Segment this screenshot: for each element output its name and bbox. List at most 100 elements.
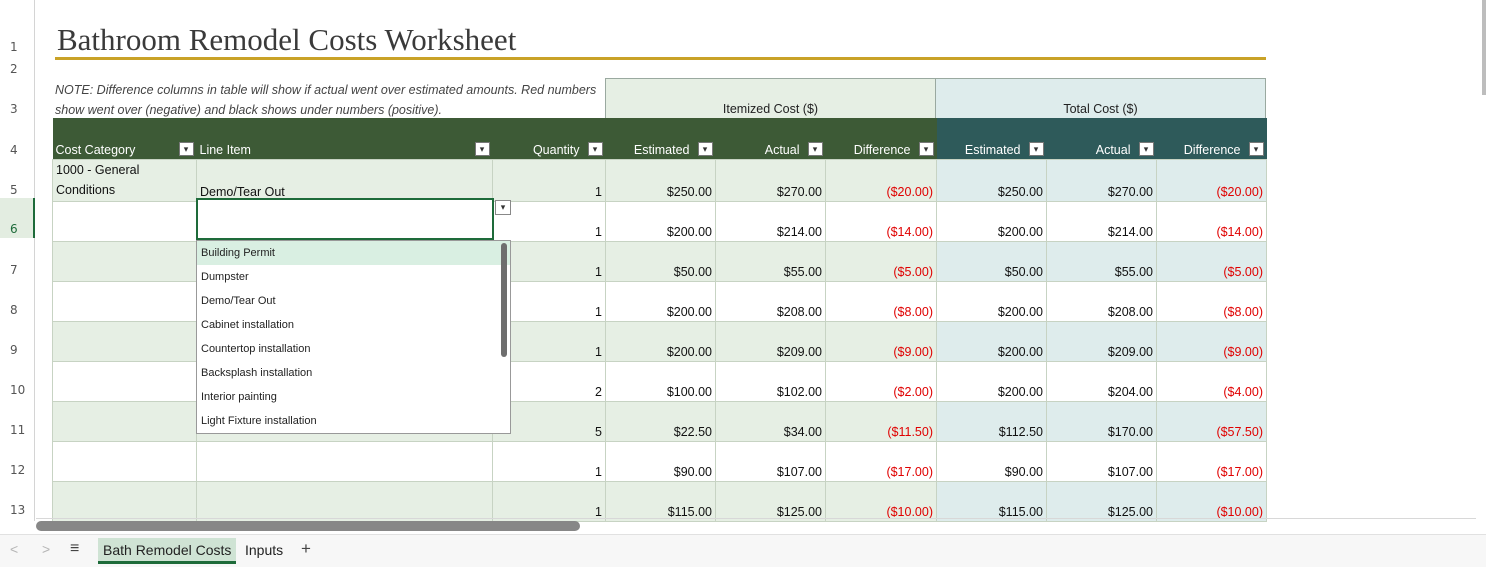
filter-dropdown-icon[interactable]: ▾ [1248,141,1264,156]
difference-cell[interactable]: ($9.00) [825,320,937,362]
quantity-cell[interactable]: 1 [492,480,606,522]
row-number[interactable]: 13 [0,503,35,517]
cat-cell[interactable]: 1000 - General Conditions [52,158,197,202]
total-actual-cell[interactable]: $270.00 [1046,158,1157,202]
total-actual-cell[interactable]: $125.00 [1046,480,1157,522]
difference-cell[interactable]: ($14.00) [825,200,937,242]
total-difference-cell[interactable]: ($57.50) [1156,400,1267,442]
total-estimated-cell[interactable]: $200.00 [936,200,1047,242]
actual-cell[interactable]: $125.00 [715,480,826,522]
row-number[interactable]: 1 [0,40,35,54]
difference-cell[interactable]: ($11.50) [825,400,937,442]
vertical-scrollbar[interactable] [1482,0,1486,95]
actual-cell[interactable]: $55.00 [715,240,826,282]
total-difference-cell[interactable]: ($20.00) [1156,158,1267,202]
filter-dropdown-icon[interactable]: ▾ [697,141,713,156]
cat-cell[interactable] [52,200,197,242]
filter-dropdown-icon[interactable]: ▾ [587,141,603,156]
filter-dropdown-icon[interactable]: ▾ [178,141,194,156]
actual-cell[interactable]: $107.00 [715,440,826,482]
actual-cell[interactable]: $102.00 [715,360,826,402]
cat-cell[interactable] [52,480,197,522]
total-estimated-cell[interactable]: $115.00 [936,480,1047,522]
total-actual-cell[interactable]: $209.00 [1046,320,1157,362]
row-number[interactable]: 3 [0,102,35,116]
active-cell-line-item[interactable] [196,198,494,240]
row-number[interactable]: 12 [0,463,35,477]
cat-cell[interactable] [52,320,197,362]
total-difference-cell[interactable]: ($17.00) [1156,440,1267,482]
row-number[interactable]: 2 [0,62,35,76]
chevron-down-icon[interactable]: ▾ [495,200,511,215]
total-difference-cell[interactable]: ($9.00) [1156,320,1267,362]
total-difference-cell[interactable]: ($4.00) [1156,360,1267,402]
difference-cell[interactable]: ($10.00) [825,480,937,522]
total-actual-cell[interactable]: $204.00 [1046,360,1157,402]
row-number[interactable]: 7 [0,263,35,277]
dropdown-scrollbar[interactable] [501,243,507,357]
total-estimated-cell[interactable]: $112.50 [936,400,1047,442]
line-item-cell[interactable]: Demo/Tear Out [196,158,493,202]
tab-bath-remodel-costs[interactable]: Bath Remodel Costs [98,538,237,564]
filter-dropdown-icon[interactable]: ▾ [1028,141,1044,156]
estimated-cell[interactable]: $200.00 [605,320,716,362]
estimated-cell[interactable]: $50.00 [605,240,716,282]
total-actual-cell[interactable]: $107.00 [1046,440,1157,482]
quantity-cell[interactable]: 1 [492,158,606,202]
total-estimated-cell[interactable]: $200.00 [936,320,1047,362]
row-number[interactable]: 6 [0,198,35,238]
actual-cell[interactable]: $214.00 [715,200,826,242]
filter-dropdown-icon[interactable]: ▾ [474,141,490,156]
total-actual-cell[interactable]: $55.00 [1046,240,1157,282]
difference-cell[interactable]: ($20.00) [825,158,937,202]
plus-icon[interactable]: + [301,539,311,559]
dropdown-option[interactable]: Light Fixture installation [197,409,510,433]
line-item-dropdown-list[interactable]: Building Permit Dumpster Demo/Tear Out Cabi… [196,240,511,434]
row-number[interactable]: 10 [0,383,35,397]
total-estimated-cell[interactable]: $90.00 [936,440,1047,482]
total-actual-cell[interactable]: $208.00 [1046,280,1157,322]
total-difference-cell[interactable]: ($10.00) [1156,480,1267,522]
tab-inputs[interactable]: Inputs [240,538,288,564]
chevron-right-icon[interactable]: > [42,541,50,557]
filter-dropdown-icon[interactable]: ▾ [807,141,823,156]
row-number[interactable]: 8 [0,303,35,317]
chevron-left-icon[interactable]: < [10,541,18,557]
row-number[interactable]: 5 [0,183,35,197]
estimated-cell[interactable]: $200.00 [605,200,716,242]
dropdown-option[interactable]: Cabinet installation [197,313,510,337]
actual-cell[interactable]: $34.00 [715,400,826,442]
total-actual-cell[interactable]: $170.00 [1046,400,1157,442]
row-number[interactable]: 9 [0,343,35,357]
actual-cell[interactable]: $208.00 [715,280,826,322]
estimated-cell[interactable]: $200.00 [605,280,716,322]
cat-cell[interactable] [52,360,197,402]
quantity-cell[interactable]: 1 [492,440,606,482]
total-estimated-cell[interactable]: $250.00 [936,158,1047,202]
estimated-cell[interactable]: $250.00 [605,158,716,202]
dropdown-option[interactable]: Dumpster [197,265,510,289]
actual-cell[interactable]: $270.00 [715,158,826,202]
line-item-cell[interactable] [196,480,493,522]
dropdown-option[interactable]: Interior painting [197,385,510,409]
cat-cell[interactable] [52,280,197,322]
total-difference-cell[interactable]: ($5.00) [1156,240,1267,282]
total-estimated-cell[interactable]: $50.00 [936,240,1047,282]
difference-cell[interactable]: ($2.00) [825,360,937,402]
dropdown-option[interactable]: Backsplash installation [197,361,510,385]
difference-cell[interactable]: ($8.00) [825,280,937,322]
hamburger-icon[interactable]: ≡ [70,540,79,558]
total-difference-cell[interactable]: ($8.00) [1156,280,1267,322]
total-estimated-cell[interactable]: $200.00 [936,280,1047,322]
filter-dropdown-icon[interactable]: ▾ [918,141,934,156]
filter-dropdown-icon[interactable]: ▾ [1138,141,1154,156]
dropdown-option[interactable]: Demo/Tear Out [197,289,510,313]
dropdown-option[interactable]: Countertop installation [197,337,510,361]
cat-cell[interactable] [52,440,197,482]
horizontal-scrollbar[interactable] [36,521,580,531]
total-actual-cell[interactable]: $214.00 [1046,200,1157,242]
cat-cell[interactable] [52,400,197,442]
cat-cell[interactable] [52,240,197,282]
total-estimated-cell[interactable]: $200.00 [936,360,1047,402]
difference-cell[interactable]: ($17.00) [825,440,937,482]
